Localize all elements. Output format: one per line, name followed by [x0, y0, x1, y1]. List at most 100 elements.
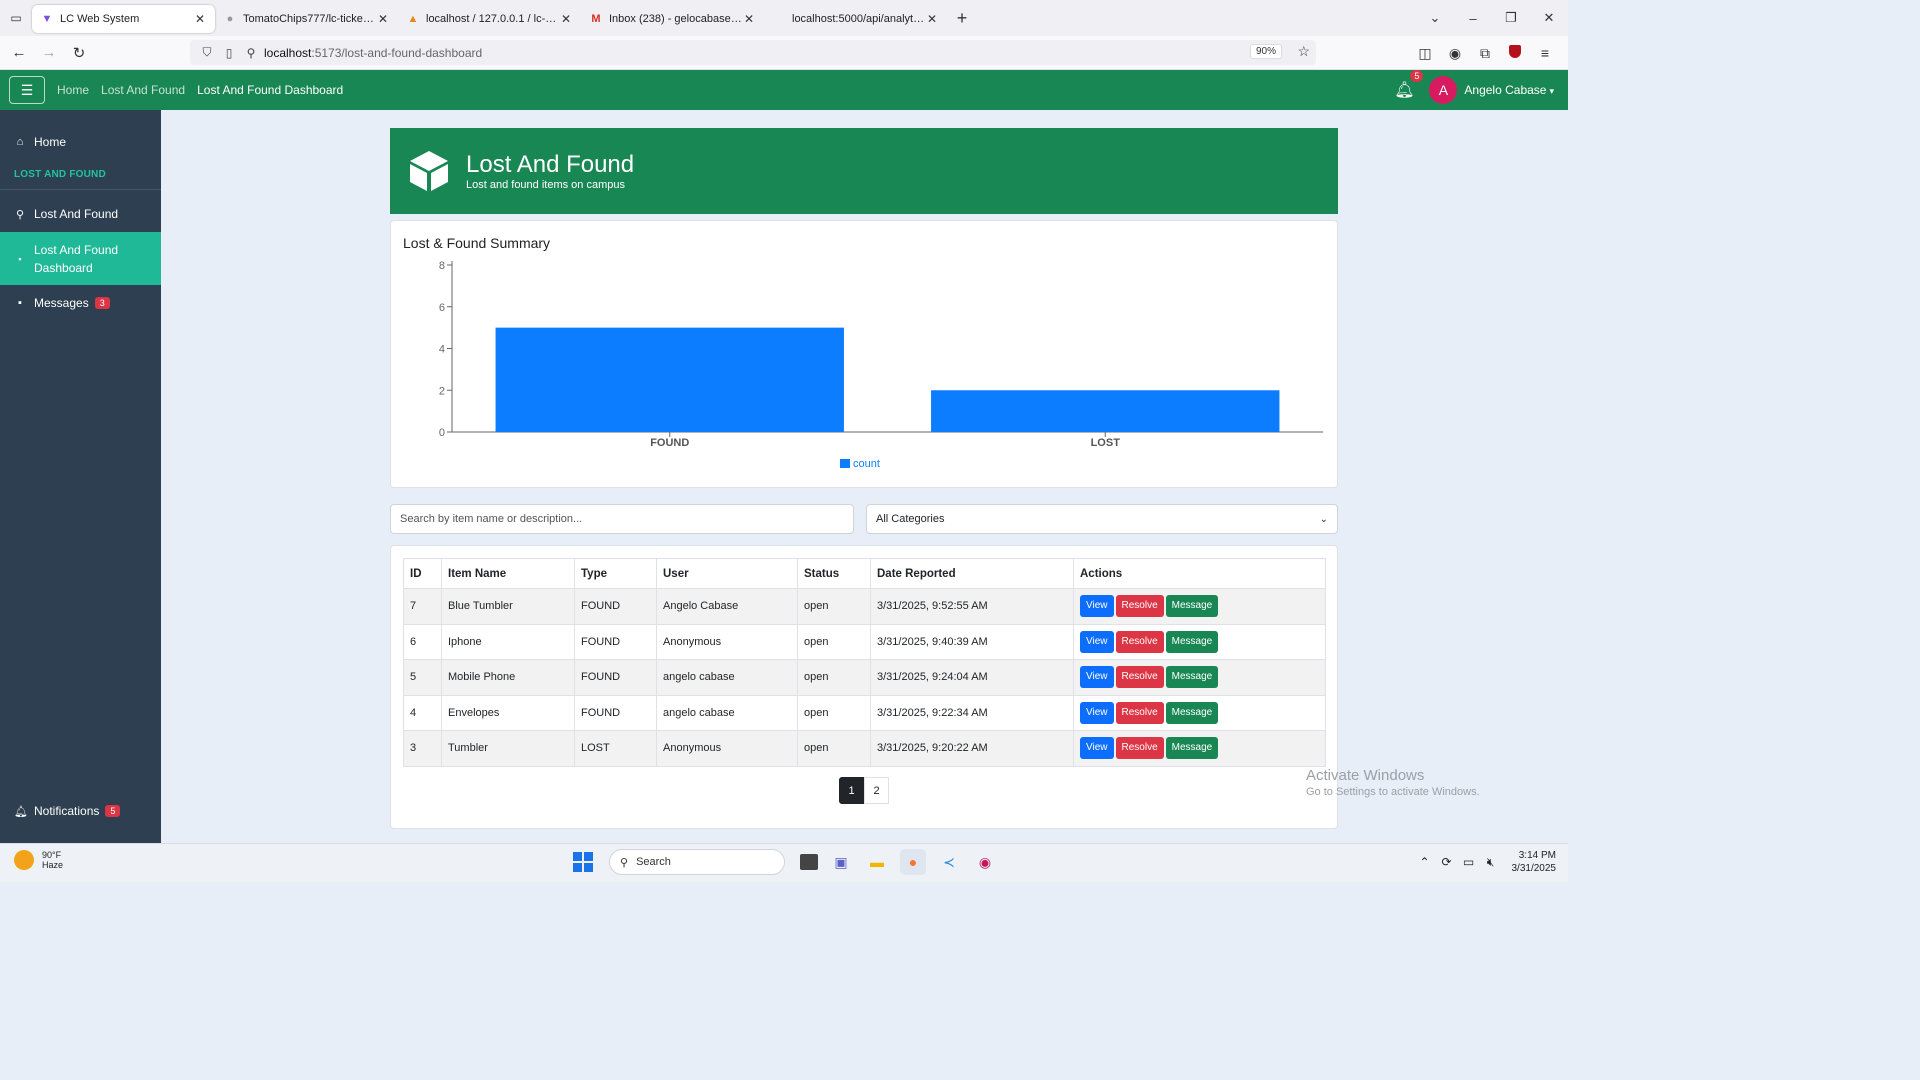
new-tab-icon[interactable]: +	[947, 8, 977, 29]
resolve-button[interactable]: Resolve	[1115, 630, 1164, 653]
url-path: :5173/lost-and-found-dashboard	[311, 45, 483, 60]
sidebar-item-lost-and-found-dashboard[interactable]: ▪ Lost And Found Dashboard	[0, 232, 161, 285]
sidebar-item-messages[interactable]: ▪ Messages 3	[0, 285, 161, 321]
view-button[interactable]: View	[1080, 595, 1114, 618]
reload-icon[interactable]: ↻	[64, 44, 94, 62]
ublock-shield-icon[interactable]	[1500, 45, 1530, 61]
display-icon[interactable]: ▭	[1458, 855, 1480, 869]
zoom-level-badge[interactable]: 90%	[1249, 44, 1282, 59]
breadcrumb-home[interactable]: Home	[57, 83, 89, 97]
table-header-row: ID Item Name Type User Status Date Repor…	[403, 558, 1326, 589]
close-tab-icon[interactable]: ✕	[376, 12, 390, 26]
y-tick-label: 4	[439, 344, 445, 356]
table-row: 5 Mobile Phone FOUND angelo cabase open 3/31/…	[403, 659, 1326, 696]
cell-id: 4	[403, 694, 442, 731]
pocket-icon[interactable]: ◫	[1410, 45, 1440, 62]
clock-date: 3/31/2025	[1511, 863, 1557, 874]
file-explorer-icon[interactable]: ▬	[864, 849, 890, 875]
close-window-icon[interactable]: ✕	[1530, 10, 1568, 26]
speaker-muted-icon[interactable]: 🔇︎	[1480, 855, 1502, 870]
message-button[interactable]: Message	[1165, 595, 1219, 618]
resolve-button[interactable]: Resolve	[1115, 595, 1164, 618]
table-row: 4 Envelopes FOUND angelo cabase open 3/31/202…	[403, 694, 1326, 731]
close-tab-icon[interactable]: ✕	[925, 12, 939, 26]
page-button-2[interactable]: 2	[864, 777, 889, 804]
resolve-button[interactable]: Resolve	[1115, 737, 1164, 760]
sidebar-item-lost-and-found[interactable]: ⚲ Lost And Found	[0, 196, 161, 232]
windows-start-icon[interactable]	[573, 852, 593, 872]
site-permissions-icon[interactable]: ⚲	[242, 46, 260, 60]
breadcrumb-lost-and-found[interactable]: Lost And Found	[101, 83, 185, 97]
browser-tab[interactable]: ▲ localhost / 127.0.0.1 / lc-ticketin ✕	[398, 5, 581, 33]
tab-list-icon[interactable]: ▭	[0, 0, 32, 36]
account-icon[interactable]: ◉	[1440, 45, 1470, 62]
close-tab-icon[interactable]: ✕	[559, 12, 573, 26]
notifications-button[interactable]: 🔔︎ 5	[1389, 70, 1424, 100]
forward-arrow-icon[interactable]: →	[34, 44, 64, 61]
browser-tab[interactable]: M Inbox (238) - gelocabase1324@ ✕	[581, 5, 764, 33]
browser-tab[interactable]: localhost:5000/api/analytics/an ✕	[764, 5, 947, 33]
sidebar-item-home[interactable]: ⌂ Home	[0, 124, 161, 160]
cell-date: 3/31/2025, 9:52:55 AM	[870, 588, 1074, 625]
legend-label: count	[853, 458, 880, 470]
sidebar-item-notifications[interactable]: 🔔︎ Notifications 5	[0, 793, 161, 829]
cell-status: open	[797, 659, 871, 696]
restore-icon[interactable]: ❐	[1492, 10, 1530, 26]
view-button[interactable]: View	[1080, 737, 1114, 760]
address-bar[interactable]: ⛉ ▯ ⚲ localhost:5173/lost-and-found-dash…	[190, 40, 1316, 65]
cell-name: Blue Tumbler	[441, 588, 575, 625]
message-button[interactable]: Message	[1165, 701, 1219, 724]
cell-actions: View Resolve Message	[1073, 694, 1326, 731]
cell-type: FOUND	[574, 623, 657, 660]
cell-id: 6	[403, 623, 442, 660]
close-tab-icon[interactable]: ✕	[742, 12, 756, 26]
weather-haze-icon	[14, 850, 34, 870]
app-icon[interactable]: ◉	[972, 849, 998, 875]
clock[interactable]: 3:14 PM 3/31/2025	[1512, 849, 1557, 875]
cell-name: Tumbler	[441, 730, 575, 767]
user-menu[interactable]: Angelo Cabase	[1464, 83, 1554, 97]
firefox-icon[interactable]: ●	[900, 849, 926, 875]
taskbar-search[interactable]: ⚲ Search	[609, 849, 785, 875]
message-button[interactable]: Message	[1165, 666, 1219, 689]
column-header-id: ID	[403, 558, 442, 589]
hamburger-menu-icon[interactable]: ≡	[1530, 45, 1560, 61]
bar-found	[495, 327, 844, 432]
tab-title: LC Web System	[60, 13, 140, 25]
tracking-shield-icon[interactable]: ⛉	[198, 45, 216, 60]
page-button-1[interactable]: 1	[839, 777, 864, 804]
cell-id: 5	[403, 659, 442, 696]
bookmark-star-icon[interactable]: ☆	[1297, 43, 1310, 60]
view-button[interactable]: View	[1080, 666, 1114, 689]
browser-tab-active[interactable]: ▼ LC Web System ✕	[32, 5, 215, 33]
resolve-button[interactable]: Resolve	[1115, 701, 1164, 724]
taskbar-search-label: Search	[636, 856, 671, 868]
sync-icon[interactable]: ⟳	[1436, 855, 1458, 869]
close-tab-icon[interactable]: ✕	[193, 12, 207, 26]
bar-chart: 0 2 4 6 8 FOUND LOST count	[439, 260, 1323, 470]
page-banner: Lost And Found Lost and found items on c…	[390, 128, 1338, 214]
avatar[interactable]: A	[1429, 76, 1458, 104]
vscode-icon[interactable]: ≺	[936, 849, 962, 875]
search-input[interactable]	[390, 504, 854, 534]
message-button[interactable]: Message	[1165, 737, 1219, 760]
cell-status: open	[797, 694, 871, 731]
cell-name: Iphone	[441, 623, 575, 660]
browser-tab[interactable]: ● TomatoChips777/lc-ticketing-sy ✕	[215, 5, 398, 33]
task-view-icon[interactable]	[800, 854, 818, 870]
show-hidden-icons-chevron-icon[interactable]: ⌃	[1414, 855, 1436, 869]
minimize-icon[interactable]: –	[1454, 11, 1492, 26]
view-button[interactable]: View	[1080, 630, 1114, 653]
extensions-icon[interactable]: ⧉	[1470, 45, 1500, 62]
back-arrow-icon[interactable]: ←	[4, 44, 34, 61]
message-button[interactable]: Message	[1165, 630, 1219, 653]
view-button[interactable]: View	[1080, 701, 1114, 724]
weather-widget[interactable]: 90°F Haze	[14, 850, 63, 870]
page-info-icon[interactable]: ▯	[220, 46, 238, 60]
sidebar-toggle-button[interactable]: ☰	[9, 76, 45, 104]
table-row: 3 Tumbler LOST Anonymous open 3/31/2025, 9:20…	[403, 730, 1326, 767]
tab-overflow-chevron-icon[interactable]: ⌄	[1416, 10, 1454, 26]
category-select[interactable]: All Categories ⌄	[866, 504, 1338, 534]
resolve-button[interactable]: Resolve	[1115, 666, 1164, 689]
teams-icon[interactable]: ▣	[828, 849, 854, 875]
